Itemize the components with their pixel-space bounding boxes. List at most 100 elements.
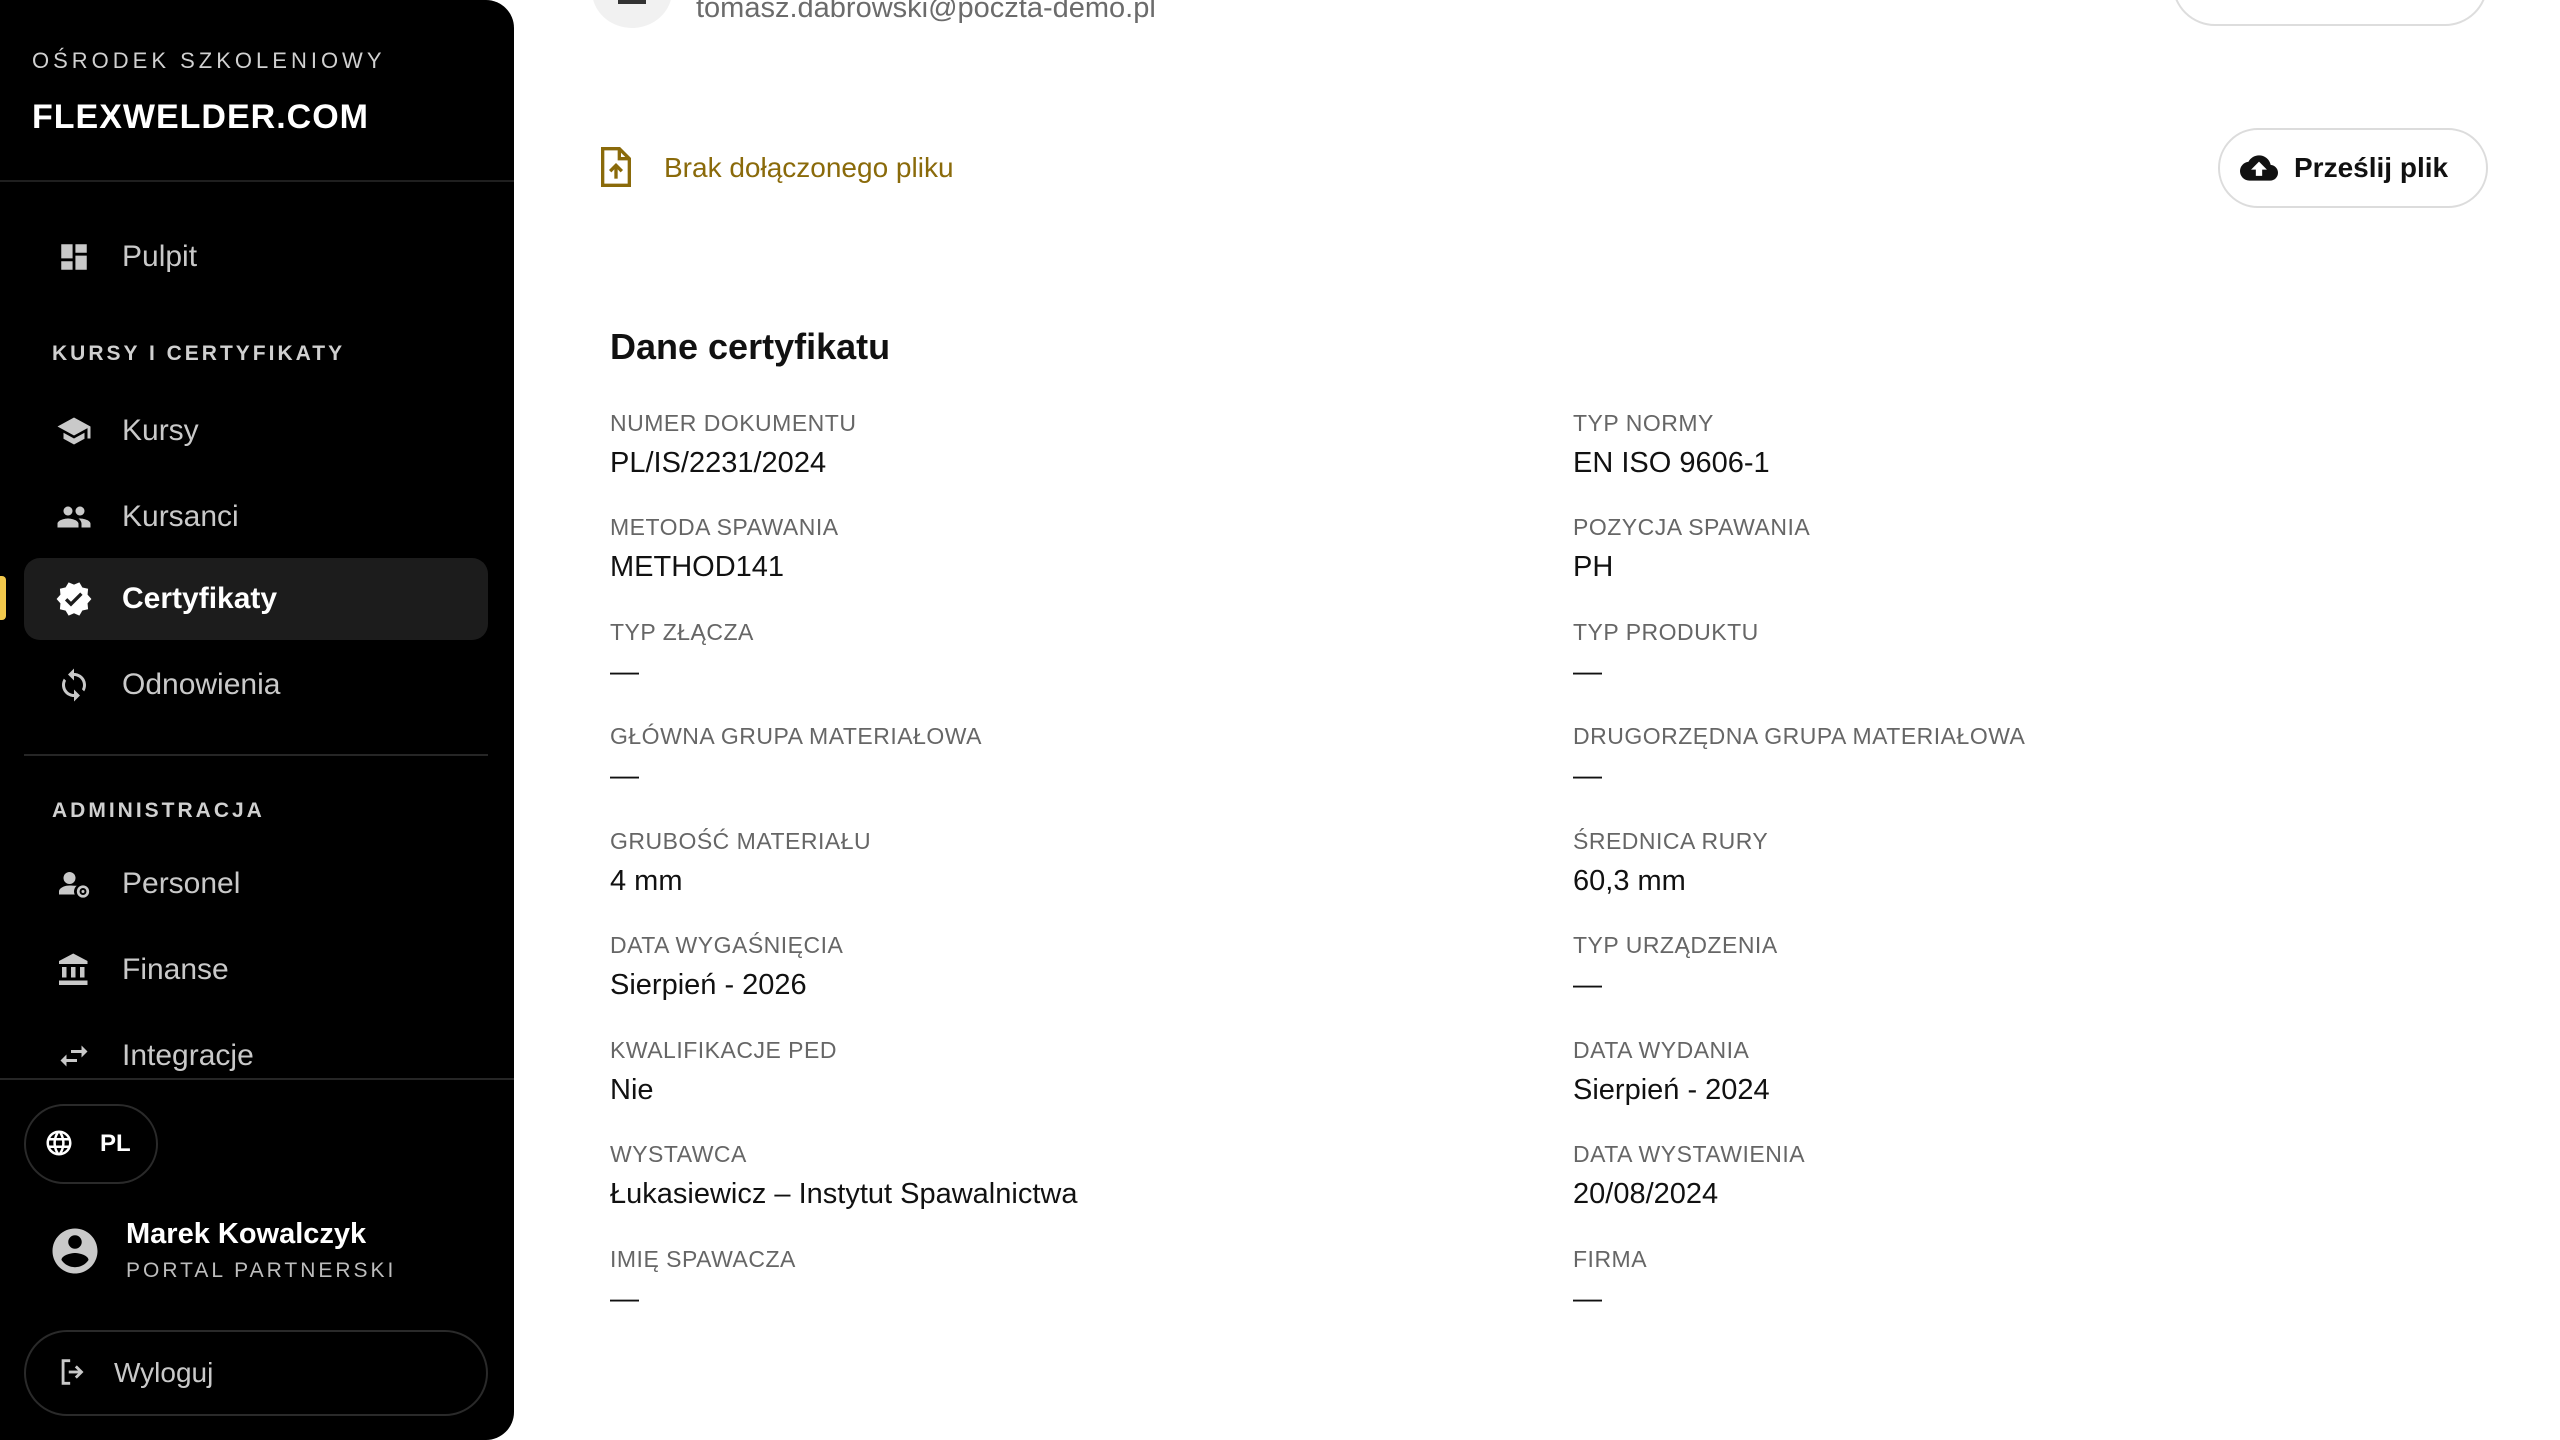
- field-label: DATA WYDANIA: [1573, 1037, 1750, 1063]
- divider: [24, 754, 488, 756]
- sidebar-item-dashboard[interactable]: Pulpit: [24, 216, 488, 298]
- field-label: GRUBOŚĆ MATERIAŁU: [610, 828, 872, 854]
- header-action-button[interactable]: [2172, 0, 2488, 26]
- field-value: 60,3 mm: [1573, 865, 1686, 897]
- field-company: FIRMA —: [1573, 1246, 2473, 1316]
- verified-badge-icon: [54, 579, 94, 619]
- field-label: DATA WYSTAWIENIA: [1573, 1141, 1806, 1167]
- sidebar-item-renewals[interactable]: Odnowienia: [24, 644, 488, 726]
- field-label: TYP URZĄDZENIA: [1573, 932, 1778, 958]
- student-email: tomasz.dabrowski@poczta-demo.pl: [696, 0, 1156, 24]
- sidebar-item-label: Integracje: [122, 1039, 254, 1072]
- field-value: Nie: [610, 1074, 654, 1106]
- field-welder-name: IMIĘ SPAWACZA —: [610, 1246, 1510, 1316]
- sidebar-item-courses[interactable]: Kursy: [24, 390, 488, 472]
- field-product-type: TYP PRODUKTU —: [1573, 619, 2473, 689]
- sidebar-item-finance[interactable]: Finanse: [24, 929, 488, 1011]
- refresh-icon: [54, 665, 94, 705]
- field-label: WYSTAWCA: [610, 1141, 747, 1167]
- user-profile[interactable]: Marek Kowalczyk PORTAL PARTNERSKI: [48, 1218, 396, 1283]
- sidebar-item-label: Kursy: [122, 414, 199, 447]
- field-joint-type: TYP ZŁĄCZA —: [610, 619, 1510, 689]
- language-switcher[interactable]: PL: [24, 1104, 158, 1184]
- field-value: —: [1573, 656, 1602, 688]
- section-label-courses: KURSY I CERTYFIKATY: [52, 342, 346, 365]
- sidebar-item-certificates[interactable]: Certyfikaty: [24, 558, 488, 640]
- sidebar-item-staff[interactable]: Personel: [24, 843, 488, 925]
- field-value: 4 mm: [610, 865, 683, 897]
- brand-logo[interactable]: FLEXWELDER.COM: [32, 98, 386, 137]
- field-value: —: [1573, 969, 1602, 1001]
- active-indicator: [0, 576, 6, 620]
- field-value: —: [1573, 1283, 1602, 1315]
- sidebar-item-label: Odnowienia: [122, 668, 281, 701]
- cloud-upload-icon: [2240, 149, 2278, 187]
- field-standard-type: TYP NORMY EN ISO 9606-1: [1573, 410, 2473, 480]
- field-value: —: [610, 656, 639, 688]
- language-label: PL: [100, 1130, 131, 1157]
- sidebar-item-label: Personel: [122, 867, 241, 900]
- field-device-type: TYP URZĄDZENIA —: [1573, 932, 2473, 1002]
- field-value: —: [610, 760, 639, 792]
- field-value: PL/IS/2231/2024: [610, 447, 827, 479]
- field-main-material-group: GŁÓWNA GRUPA MATERIAŁOWA —: [610, 723, 1510, 793]
- field-value: PH: [1573, 551, 1614, 583]
- certificate-section-title: Dane certyfikatu: [610, 326, 891, 367]
- field-issue-date: DATA WYDANIA Sierpień - 2024: [1573, 1037, 2473, 1107]
- sidebar-item-label: Certyfikaty: [122, 582, 278, 615]
- attachment-status: Brak dołączonego pliku: [596, 144, 954, 192]
- user-role: PORTAL PARTNERSKI: [126, 1259, 397, 1282]
- field-label: TYP ZŁĄCZA: [610, 619, 754, 645]
- field-ped-qualifications: KWALIFIKACJE PED Nie: [610, 1037, 1510, 1107]
- field-material-thickness: GRUBOŚĆ MATERIAŁU 4 mm: [610, 828, 1510, 898]
- field-label: TYP PRODUKTU: [1573, 619, 1759, 645]
- field-welding-method: METODA SPAWANIA METHOD141: [610, 514, 1510, 584]
- upload-file-button[interactable]: Prześlij plik: [2218, 128, 2488, 208]
- field-label: ŚREDNICA RURY: [1573, 828, 1769, 854]
- field-value: 20/08/2024: [1573, 1178, 1719, 1210]
- field-label: TYP NORMY: [1573, 410, 1714, 436]
- field-label: FIRMA: [1573, 1246, 1648, 1272]
- staff-settings-icon: [54, 864, 94, 904]
- account-circle-icon: [48, 1224, 102, 1278]
- field-value: Sierpień - 2026: [610, 969, 807, 1001]
- attachment-status-text: Brak dołączonego pliku: [664, 152, 954, 183]
- sidebar-item-students[interactable]: Kursanci: [24, 476, 488, 558]
- field-value: Łukasiewicz – Instytut Spawalnictwa: [610, 1178, 1078, 1210]
- sidebar-item-label: Finanse: [122, 953, 229, 986]
- field-value: Sierpień - 2024: [1573, 1074, 1770, 1106]
- field-label: KWALIFIKACJE PED: [610, 1037, 837, 1063]
- logout-label: Wyloguj: [114, 1357, 214, 1388]
- field-value: —: [610, 1283, 639, 1315]
- field-pipe-diameter: ŚREDNICA RURY 60,3 mm: [1573, 828, 2473, 898]
- field-secondary-material-group: DRUGORZĘDNA GRUPA MATERIAŁOWA —: [1573, 723, 2473, 793]
- people-icon: [54, 497, 94, 537]
- field-document-number: NUMER DOKUMENTU PL/IS/2231/2024: [610, 410, 1510, 480]
- swap-arrows-icon: [54, 1036, 94, 1076]
- logout-button[interactable]: Wyloguj: [24, 1330, 488, 1416]
- divider: [0, 1078, 514, 1080]
- graduation-cap-icon: [54, 411, 94, 451]
- field-value: METHOD141: [610, 551, 785, 583]
- brand-subtitle: OŚRODEK SZKOLENIOWY: [32, 48, 386, 73]
- sidebar: OŚRODEK SZKOLENIOWY FLEXWELDER.COM Pulpi…: [0, 0, 514, 1440]
- field-issuer: WYSTAWCA Łukasiewicz – Instytut Spawalni…: [610, 1141, 1510, 1211]
- field-expiry-date: DATA WYGAŚNIĘCIA Sierpień - 2026: [610, 932, 1510, 1002]
- field-welding-position: POZYCJA SPAWANIA PH: [1573, 514, 2473, 584]
- field-value: —: [1573, 760, 1602, 792]
- field-label: IMIĘ SPAWACZA: [610, 1246, 796, 1272]
- sidebar-item-label: Pulpit: [122, 240, 198, 273]
- brand: OŚRODEK SZKOLENIOWY FLEXWELDER.COM: [32, 48, 386, 137]
- user-name: Marek Kowalczyk: [126, 1218, 367, 1250]
- file-upload-icon: [596, 144, 640, 192]
- student-avatar: [592, 0, 672, 28]
- field-label: METODA SPAWANIA: [610, 514, 839, 540]
- globe-icon: [44, 1128, 76, 1160]
- sidebar-item-label: Kursanci: [122, 500, 239, 533]
- dashboard-icon: [54, 237, 94, 277]
- field-label: POZYCJA SPAWANIA: [1573, 514, 1811, 540]
- bank-icon: [54, 950, 94, 990]
- sidebar-item-integrations[interactable]: Integracje: [24, 1015, 488, 1097]
- logout-icon: [56, 1355, 92, 1391]
- field-issued-on: DATA WYSTAWIENIA 20/08/2024: [1573, 1141, 2473, 1211]
